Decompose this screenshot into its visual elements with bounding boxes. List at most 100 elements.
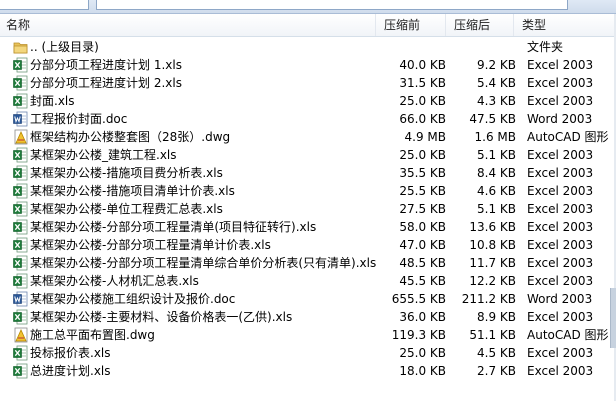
file-row[interactable]: 总进度计划.xls 18.0 KB 2.7 KB Excel 2003 [0,362,616,380]
file-row[interactable]: 框架结构办公楼整套图（28张）.dwg 4.9 MB 1.6 MB AutoCAD 图… [0,128,616,146]
file-size-before: 25.5 KB [399,184,446,198]
autocad-icon [13,327,28,343]
file-row[interactable]: 某框架办公楼-分部分项工程量清单(项目特征转行).xls 58.0 KB 13.6 … [0,218,616,236]
file-row[interactable]: 某框架办公楼-单位工程费汇总表.xls 27.5 KB 5.1 KB Excel 20… [0,200,616,218]
file-size-before: 58.0 KB [399,220,446,234]
file-row[interactable]: 某框架办公楼-措施项目费分析表.xls 35.5 KB 8.4 KB Excel 20… [0,164,616,182]
column-header-unpacked[interactable]: 压缩后 [445,14,513,36]
file-name[interactable]: 某框架办公楼-分部分项工程量清单综合单价分析表(只有清单).xls [30,254,376,272]
file-type: AutoCAD 图形 [527,328,609,342]
file-type: Excel 2003 [527,256,594,270]
file-type: Excel 2003 [527,364,594,378]
file-size-after: 9.2 KB [477,58,516,72]
file-type: Excel 2003 [527,148,594,162]
excel-icon [13,255,28,271]
file-name[interactable]: 某框架办公楼-分部分项工程量清单(项目特征转行).xls [30,218,316,236]
file-size-after: 1.6 MB [474,130,516,144]
file-size-after: 5.1 KB [477,148,516,162]
column-header-packed[interactable]: 压缩前 [375,14,445,36]
file-name[interactable]: 某框架办公楼-分部分项工程量清单计价表.xls [30,236,271,254]
file-name[interactable]: 某框架办公楼-措施项目清单计价表.xls [30,182,235,200]
file-name[interactable]: 某框架办公楼施工组织设计及报价.doc [30,290,235,308]
file-name[interactable]: 封面.xls [30,92,75,110]
excel-icon [13,165,28,181]
file-name[interactable]: 某框架办公楼-人材机汇总表.xls [30,272,199,290]
file-type: 文件夹 [527,40,564,54]
file-size-after: 12.2 KB [469,274,516,288]
excel-icon [13,147,28,163]
file-row[interactable]: 某框架办公楼-人材机汇总表.xls 45.5 KB 12.2 KB Excel 200… [0,272,616,290]
file-size-after: 4.3 KB [477,94,516,108]
file-row[interactable]: 工程报价封面.doc 66.0 KB 47.5 KB Word 2003 [0,110,616,128]
file-type: Excel 2003 [527,346,594,360]
file-size-after: 2.7 KB [477,364,516,378]
word-icon [13,111,28,127]
file-size-before: 47.0 KB [399,238,446,252]
file-type: Word 2003 [527,112,593,126]
file-row[interactable]: 分部分项工程进度计划 2.xls 31.5 KB 5.4 KB Excel 2003 [0,74,616,92]
file-list: .. (上级目录) 文件夹 分部分项工程进度计划 1.xls 40.0 KB 9.2 K… [0,38,616,380]
column-header: 名称 压缩前 压缩后 类型 [0,14,616,37]
toolbar-strip [0,0,616,14]
column-header-type[interactable]: 类型 [513,14,616,36]
file-row[interactable]: 某框架办公楼-措施项目清单计价表.xls 25.5 KB 4.6 KB Excel 2… [0,182,616,200]
file-size-before: 25.0 KB [399,94,446,108]
scrollbar-thumb[interactable] [610,288,616,348]
file-type: Excel 2003 [527,58,594,72]
file-size-before: 119.3 KB [391,328,446,342]
file-size-before: 31.5 KB [399,76,446,90]
file-size-after: 5.4 KB [477,76,516,90]
file-size-before: 18.0 KB [399,364,446,378]
file-name[interactable]: 某框架办公楼-主要材料、设备价格表一(乙供).xls [30,308,292,326]
file-row[interactable]: .. (上级目录) 文件夹 [0,38,616,56]
file-row[interactable]: 封面.xls 25.0 KB 4.3 KB Excel 2003 [0,92,616,110]
file-name[interactable]: 某框架办公楼-措施项目费分析表.xls [30,164,223,182]
file-type: Excel 2003 [527,166,594,180]
excel-icon [13,57,28,73]
file-row[interactable]: 某框架办公楼-分部分项工程量清单计价表.xls 47.0 KB 10.8 KB Exc… [0,236,616,254]
file-row[interactable]: 某框架办公楼_建筑工程.xls 25.0 KB 5.1 KB Excel 2003 [0,146,616,164]
file-type: Word 2003 [527,292,593,306]
file-name[interactable]: 框架结构办公楼整套图（28张）.dwg [30,128,230,146]
file-type: AutoCAD 图形 [527,130,609,144]
file-type: Excel 2003 [527,274,594,288]
file-name[interactable]: 总进度计划.xls [30,362,111,380]
file-name[interactable]: 某框架办公楼_建筑工程.xls [30,146,177,164]
file-row[interactable]: 某框架办公楼施工组织设计及报价.doc 655.5 KB 211.2 KB Word … [0,290,616,308]
folder-icon [13,39,28,55]
file-size-before: 66.0 KB [399,112,446,126]
toolbar-field-left[interactable] [0,0,89,10]
excel-icon [13,93,28,109]
file-name[interactable]: 投标报价表.xls [30,344,111,362]
excel-icon [13,219,28,235]
file-row[interactable]: 某框架办公楼-主要材料、设备价格表一(乙供).xls 36.0 KB 8.9 KB E… [0,308,616,326]
file-list-window: 名称 压缩前 压缩后 类型 .. (上级目录) 文件夹分部分项工程进度计划 1.x… [0,0,616,401]
address-field[interactable] [96,0,568,10]
file-size-after: 51.1 KB [469,328,516,342]
file-name[interactable]: 施工总平面布置图.dwg [30,326,155,344]
excel-icon [13,183,28,199]
column-header-name[interactable]: 名称 [0,14,375,36]
file-name[interactable]: .. (上级目录) [30,38,99,56]
word-icon [13,291,28,307]
file-name[interactable]: 分部分项工程进度计划 2.xls [30,74,182,92]
file-size-after: 5.1 KB [477,202,516,216]
file-type: Excel 2003 [527,220,594,234]
file-name[interactable]: 工程报价封面.doc [30,110,127,128]
file-row[interactable]: 分部分项工程进度计划 1.xls 40.0 KB 9.2 KB Excel 2003 [0,56,616,74]
file-type: Excel 2003 [527,238,594,252]
file-size-after: 13.6 KB [469,220,516,234]
file-size-before: 48.5 KB [399,256,446,270]
file-size-after: 8.4 KB [477,166,516,180]
excel-icon [13,309,28,325]
file-size-before: 655.5 KB [391,292,446,306]
file-type: Excel 2003 [527,184,594,198]
file-size-before: 27.5 KB [399,202,446,216]
file-type: Excel 2003 [527,202,594,216]
file-size-before: 25.0 KB [399,148,446,162]
file-row[interactable]: 某框架办公楼-分部分项工程量清单综合单价分析表(只有清单).xls 48.5 KB… [0,254,616,272]
file-row[interactable]: 施工总平面布置图.dwg 119.3 KB 51.1 KB AutoCAD 图形 [0,326,616,344]
file-row[interactable]: 投标报价表.xls 25.0 KB 4.5 KB Excel 2003 [0,344,616,362]
file-name[interactable]: 分部分项工程进度计划 1.xls [30,56,182,74]
file-name[interactable]: 某框架办公楼-单位工程费汇总表.xls [30,200,223,218]
